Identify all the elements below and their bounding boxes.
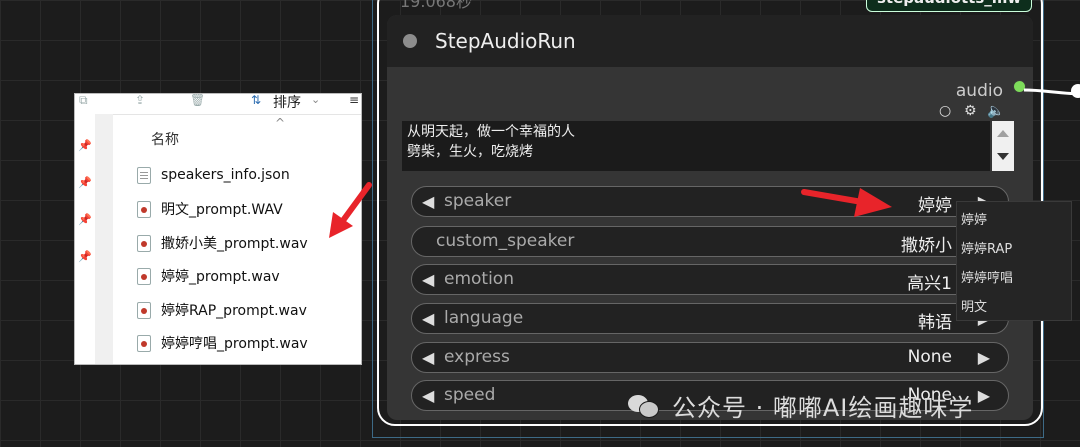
pin-icon[interactable]: 📌 xyxy=(78,213,92,226)
widget-speaker[interactable]: ◀speaker婷婷▶ xyxy=(411,186,1009,217)
sort-button[interactable]: 排序 xyxy=(273,94,301,112)
wechat-icon xyxy=(626,393,660,419)
file-name: 撒娇小美_prompt.wav xyxy=(161,236,308,252)
decrement-arrow-icon[interactable]: ◀ xyxy=(422,192,434,211)
file-row[interactable]: 婷婷RAP_prompt.wav xyxy=(137,299,307,321)
widget-express[interactable]: ◀ express None ▶ xyxy=(411,342,1009,373)
node-header[interactable]: StepAudioRun xyxy=(387,15,1033,67)
file-row[interactable]: 明文_prompt.WAV xyxy=(137,198,283,220)
wire-end-node xyxy=(1071,84,1080,98)
explorer-gutter xyxy=(95,114,113,364)
node-title: StepAudioRun xyxy=(435,29,576,53)
file-name: 婷婷哼唱_prompt.wav xyxy=(161,336,308,352)
column-header-name[interactable]: 名称 xyxy=(151,129,179,149)
decrement-arrow-icon[interactable]: ◀ xyxy=(422,386,434,405)
widget-value: 撒娇小 xyxy=(901,236,952,256)
widget-custom-speaker[interactable]: custom_speaker 撒娇小 xyxy=(411,226,1009,257)
node-badge: stepaudiotts_mw xyxy=(866,0,1033,12)
scroll-up-icon[interactable] xyxy=(997,130,1009,137)
text-line: 劈柴，生火，吃烧烤 xyxy=(407,144,533,160)
circle-icon[interactable]: ○ xyxy=(939,103,951,119)
widget-value: 高兴1 xyxy=(907,274,952,294)
sort-icon[interactable]: ⇅ xyxy=(251,94,267,106)
widget-label: custom_speaker xyxy=(436,231,575,251)
file-row[interactable]: 撒娇小美_prompt.wav xyxy=(137,232,308,254)
collapse-dot-icon[interactable] xyxy=(403,34,417,48)
watermark: 公众号 · 嘟嘟AI绘画趣味学 xyxy=(626,388,973,423)
chevron-down-icon[interactable]: ⌄ xyxy=(311,94,320,106)
file-name: 明文_prompt.WAV xyxy=(161,202,283,218)
file-explorer: ⧉ ⇪ 🗑 ⇅ 排序 ⌄ ≡ 📌 📌 📌 📌 ^ 名称 speakers_inf… xyxy=(74,93,362,365)
widget-label: express xyxy=(444,347,510,367)
dropdown-option[interactable]: 明文 xyxy=(961,296,987,315)
file-row[interactable]: 婷婷哼唱_prompt.wav xyxy=(137,332,308,354)
delete-icon[interactable]: 🗑 xyxy=(190,94,206,106)
decrement-arrow-icon[interactable]: ◀ xyxy=(422,348,434,367)
textarea-scrollbar[interactable] xyxy=(992,121,1014,171)
widget-label: speed xyxy=(444,385,496,405)
widget-label: language xyxy=(444,308,524,328)
step-audio-run-node[interactable]: StepAudioRun audio ○ ⚙ 🔈 从明天起，做一个幸福的人 劈柴… xyxy=(387,15,1033,420)
file-row[interactable]: speakers_info.json xyxy=(137,164,290,186)
watermark-text: 公众号 · 嘟嘟AI绘画趣味学 xyxy=(672,394,974,422)
pin-icon[interactable]: 📌 xyxy=(78,139,92,152)
increment-arrow-icon[interactable]: ▶ xyxy=(978,348,990,367)
share-icon[interactable]: ⇪ xyxy=(135,94,151,106)
widget-label: speaker xyxy=(444,191,512,211)
widget-value: None xyxy=(907,347,952,367)
audio-file-icon xyxy=(137,301,151,319)
scroll-down-icon[interactable] xyxy=(997,153,1009,160)
increment-arrow-icon[interactable]: ▶ xyxy=(978,386,990,405)
audio-file-icon xyxy=(137,334,151,352)
widget-value: 婷婷 xyxy=(918,196,952,216)
speaker-dropdown-menu: 婷婷婷婷RAP 婷婷哼唱明文 xyxy=(956,201,1072,321)
widget-value: 韩语 xyxy=(918,313,952,333)
sort-caret-icon: ^ xyxy=(275,116,286,130)
widget-language[interactable]: ◀language韩语▶ xyxy=(411,303,1009,334)
pin-icon[interactable]: 📌 xyxy=(78,176,92,189)
explorer-toolbar: ⧉ ⇪ 🗑 ⇅ 排序 ⌄ ≡ xyxy=(75,94,361,115)
text-input[interactable]: 从明天起，做一个幸福的人 劈柴，生火，吃烧烤 xyxy=(402,121,990,171)
file-name: speakers_info.json xyxy=(161,167,290,183)
quick-access-column: 📌 📌 📌 📌 xyxy=(75,114,95,364)
decrement-arrow-icon[interactable]: ◀ xyxy=(422,270,434,289)
decrement-arrow-icon[interactable]: ◀ xyxy=(422,309,434,328)
file-name: 婷婷RAP_prompt.wav xyxy=(161,303,307,319)
audio-file-icon xyxy=(137,234,151,252)
more-icon[interactable]: ≡ xyxy=(349,94,361,106)
audio-file-icon xyxy=(137,267,151,285)
pin-icon[interactable]: 📌 xyxy=(78,250,92,263)
dropdown-option[interactable]: 婷婷RAP xyxy=(961,238,1012,257)
dropdown-option[interactable]: 婷婷 xyxy=(961,209,987,228)
widget-label: emotion xyxy=(444,269,514,289)
audio-file-icon xyxy=(137,200,151,218)
widget-emotion[interactable]: ◀emotion高兴1▶ xyxy=(411,264,1009,295)
file-row[interactable]: 婷婷_prompt.wav xyxy=(137,265,280,287)
json-file-icon xyxy=(137,166,151,184)
gear-icon[interactable]: ⚙ xyxy=(964,103,977,119)
file-name: 婷婷_prompt.wav xyxy=(161,269,280,285)
copy-icon[interactable]: ⧉ xyxy=(79,94,95,106)
dropdown-option[interactable]: 婷婷哼唱 xyxy=(961,267,1013,286)
output-label-audio: audio xyxy=(955,81,1003,101)
text-line: 从明天起，做一个幸福的人 xyxy=(407,124,575,140)
speaker-icon[interactable]: 🔈 xyxy=(987,103,1004,119)
red-arrow-icon xyxy=(801,188,892,217)
red-arrow-icon xyxy=(329,182,372,238)
